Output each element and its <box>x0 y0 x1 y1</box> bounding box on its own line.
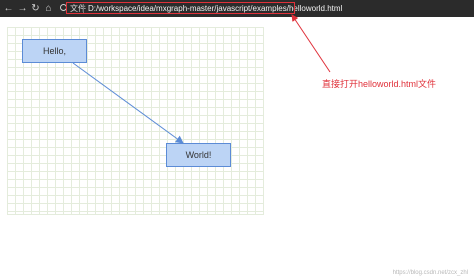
annotation-arrow <box>291 14 331 73</box>
graph-edge[interactable] <box>72 62 184 144</box>
annotation-overlay <box>72 14 331 144</box>
annotation-text: 直接打开helloworld.html文件 <box>322 79 437 89</box>
watermark-text: https://blog.csdn.net/zcx_zhl <box>392 270 468 276</box>
